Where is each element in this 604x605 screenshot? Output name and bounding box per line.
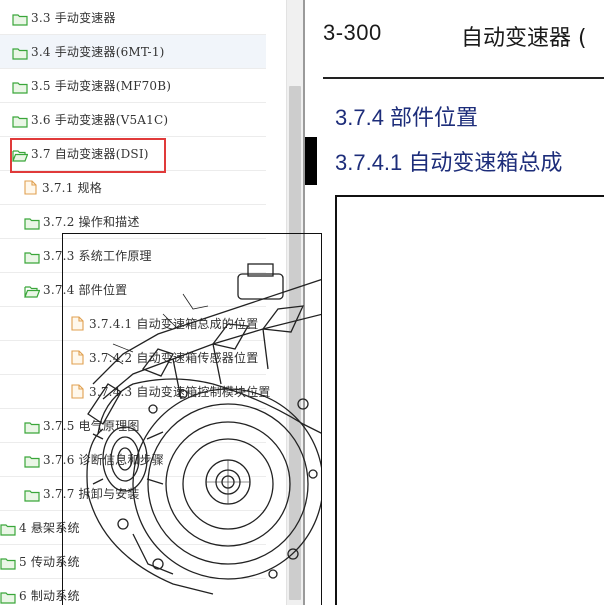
folder-open-icon [24,283,41,298]
subsection-marker [305,137,317,185]
folder-closed-icon [12,113,28,128]
tree-item-label: 3.3 手动变速器 [31,11,116,25]
folder-closed-icon [0,521,16,536]
tree-item[interactable]: 3.3 手动变速器 [0,1,266,35]
tree-item[interactable]: 3.7 自动变速器(DSI) [0,137,266,171]
tree-item[interactable]: 3.6 手动变速器(V5A1C) [0,103,266,137]
folder-closed-icon [12,11,28,26]
folder-closed-icon [24,215,40,230]
tree-item[interactable]: 3.5 手动变速器(MF70B) [0,69,266,103]
tree-item-label: 3.7.2 操作和描述 [43,215,140,229]
tree-item-label: 3.7 自动变速器(DSI) [31,147,149,161]
transmission-figure [62,233,322,605]
folder-closed-icon [24,453,40,468]
tree-item-label: 3.6 手动变速器(V5A1C) [31,113,169,127]
folder-closed-icon [12,79,28,94]
transmission-drawing [86,263,321,595]
document-title: 自动变速器 ( [461,26,587,51]
folder-closed-icon [24,249,40,264]
folder-closed-icon [12,45,28,60]
folder-closed-icon [24,419,40,434]
page-number: 3-300 [323,20,382,45]
document-pane: 3-300 自动变速器 ( 3.7.4 部件位置 3.7.4.1 自动变速箱总成 [305,0,604,605]
tree-item[interactable]: 3.4 手动变速器(6MT-1) [0,35,266,69]
folder-closed-icon [0,555,16,570]
figure-frame [335,195,604,605]
folder-closed-icon [0,589,16,604]
header-rule [323,77,604,79]
folder-open-icon [12,147,29,162]
section-heading: 3.7.4 部件位置 [335,105,479,130]
tree-item-label: 3.7.1 规格 [42,181,102,195]
tree-item-label: 3.5 手动变速器(MF70B) [31,79,172,93]
folder-closed-icon [24,487,40,502]
tree-item[interactable]: 3.7.1 规格 [0,171,266,205]
tree-item-label: 3.4 手动变速器(6MT-1) [31,45,165,59]
subsection-heading: 3.7.4.1 自动变速箱总成 [335,150,563,175]
document-icon [24,180,37,195]
